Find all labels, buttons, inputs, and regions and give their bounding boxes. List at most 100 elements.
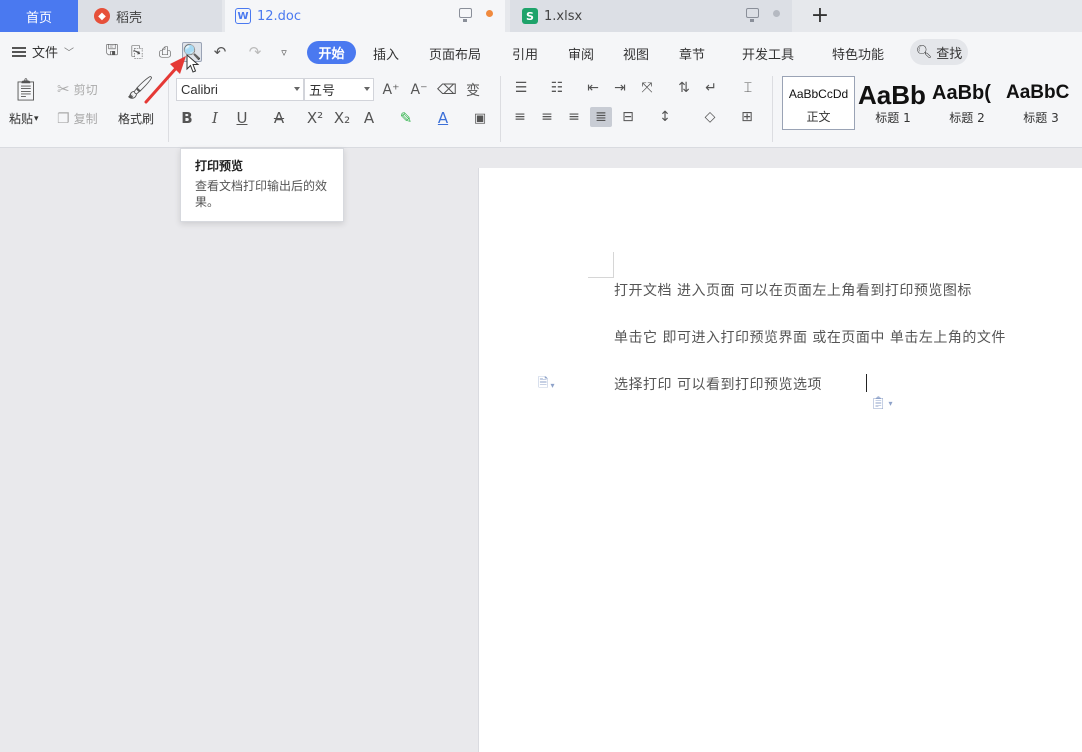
save-icon[interactable]: 🖫 [102, 41, 122, 62]
hamburger-icon [12, 46, 26, 57]
superscript-icon[interactable]: X² [306, 108, 324, 128]
style-sample: AaBb( [932, 82, 991, 104]
style-label: 正文 [806, 110, 831, 124]
monitor-icon[interactable] [746, 8, 759, 22]
tab-home[interactable]: 首页 [0, 0, 78, 32]
paragraph-layout-icon[interactable]: 🗎 ▾ [538, 374, 554, 396]
tab-document-label: 12.doc [257, 8, 302, 24]
menu-page-layout[interactable]: 页面布局 [429, 44, 481, 63]
redo-icon[interactable]: ↷ [245, 42, 265, 62]
format-painter-label: 格式刷 [118, 112, 155, 126]
style-normal[interactable]: AaBbCcDd 正文 [782, 76, 855, 130]
justify-icon[interactable]: ≣ [590, 107, 612, 127]
shading-icon[interactable]: ◇ [699, 107, 721, 127]
align-center-icon[interactable]: ≡ [536, 107, 558, 127]
menu-review[interactable]: 审阅 [568, 44, 594, 63]
menu-view[interactable]: 视图 [623, 44, 649, 63]
print-preview-tooltip: 打印预览 查看文档打印输出后的效果。 [180, 148, 344, 222]
menu-reference[interactable]: 引用 [512, 44, 538, 63]
cut-label: 剪切 [73, 82, 98, 97]
decrease-indent-icon[interactable]: ⇤ [582, 78, 604, 98]
strikethrough-icon[interactable]: A [270, 108, 288, 128]
document-line[interactable]: 打开文档 进入页面 可以在页面左上角看到打印预览图标 [614, 280, 972, 300]
scissors-icon: ✂ [57, 80, 70, 98]
mouse-pointer-icon [186, 54, 200, 73]
font-family-select[interactable]: Calibri [176, 78, 304, 101]
writer-doc-icon: W [235, 8, 251, 24]
subscript-icon[interactable]: X₂ [333, 108, 351, 128]
workspace-margin [0, 148, 478, 752]
customize-toolbar-icon[interactable]: ▿ [274, 42, 294, 62]
sort-icon[interactable]: ⇅ [673, 78, 695, 98]
unsaved-dot-icon[interactable] [486, 9, 493, 17]
undo-icon[interactable]: ↶ [210, 42, 230, 62]
phonetic-icon[interactable]: 变 [462, 80, 484, 100]
annotation-arrow-icon [144, 56, 186, 104]
chevron-down-icon: ﹀ [64, 48, 75, 59]
menu-insert[interactable]: 插入 [373, 44, 399, 63]
shrink-font-icon[interactable]: A⁻ [408, 80, 430, 100]
show-marks-icon[interactable]: ↵ [700, 78, 722, 98]
document-line[interactable]: 选择打印 可以看到打印预览选项 [614, 374, 822, 394]
tab-spreadsheet-label: 1.xlsx [544, 8, 583, 24]
style-label: 标题 2 [949, 111, 985, 125]
highlight-icon[interactable]: ✎ [397, 108, 415, 128]
document-page[interactable] [478, 168, 1082, 752]
underline-icon[interactable]: U [233, 108, 251, 128]
tab-bar: 首页 ◆ 稻壳 W 12.doc S 1.xlsx + [0, 0, 1082, 32]
daoke-logo-icon: ◆ [94, 8, 110, 24]
file-menu[interactable]: 文件 ﹀ [12, 42, 74, 61]
tab-daoke-label: 稻壳 [116, 10, 143, 26]
font-color-icon[interactable]: A [434, 108, 452, 128]
table-tab-icon[interactable]: ⌶ [737, 78, 759, 98]
menu-start[interactable]: 开始 [307, 41, 356, 64]
tab-spreadsheet[interactable]: S 1.xlsx [510, 0, 792, 32]
monitor-icon[interactable] [459, 8, 472, 22]
close-dot-icon[interactable] [773, 9, 780, 17]
copy-button[interactable]: ❐ 复制 [57, 110, 98, 127]
grow-font-icon[interactable]: A⁺ [380, 80, 402, 100]
increase-indent-icon[interactable]: ⇥ [609, 78, 631, 98]
bullet-list-icon[interactable]: ☰ [510, 78, 532, 98]
style-sample: AaBbC [1006, 82, 1070, 103]
menu-special[interactable]: 特色功能 [832, 44, 884, 63]
align-right-icon[interactable]: ≡ [563, 107, 585, 127]
menu-chapter[interactable]: 章节 [679, 44, 705, 63]
clear-format-icon[interactable]: ⌫ [436, 80, 458, 100]
style-heading-3[interactable]: AaBbC 标题 3 [1005, 76, 1077, 130]
format-painter-button[interactable]: 格式刷 [118, 110, 154, 127]
paste-icon[interactable]: 📋︎ [12, 78, 40, 103]
file-menu-label: 文件 [32, 46, 59, 61]
tab-home-label: 首页 [25, 10, 52, 26]
search-label: 查找 [936, 46, 963, 62]
search-button[interactable]: 🔍︎ 查找 [910, 39, 968, 65]
paste-options-icon[interactable]: 📋︎ ▾ [870, 396, 893, 411]
chevron-down-icon [294, 87, 300, 91]
numbered-list-icon[interactable]: ☷ [546, 78, 568, 98]
search-icon: 🔍︎ [915, 44, 933, 60]
font-size-value: 五号 [309, 84, 336, 99]
borders-icon[interactable]: ⊞ [736, 107, 758, 127]
line-spacing-icon[interactable]: ↕ [654, 107, 676, 127]
tooltip-description: 查看文档打印输出后的效果。 [195, 179, 328, 209]
add-tab-button[interactable]: + [808, 2, 832, 28]
cut-button[interactable]: ✂ 剪切 [57, 80, 98, 98]
chinese-layout-icon[interactable]: ⤧ [636, 78, 658, 98]
italic-icon[interactable]: I [206, 108, 224, 128]
document-line[interactable]: 单击它 即可进入打印预览界面 或在页面中 单击左上角的文件 [614, 327, 1006, 347]
style-heading-2[interactable]: AaBb( 标题 2 [931, 76, 1003, 130]
tab-document[interactable]: W 12.doc [225, 0, 505, 32]
char-border-icon[interactable]: ▣ [471, 108, 489, 128]
menu-developer[interactable]: 开发工具 [742, 44, 794, 63]
bold-icon[interactable]: B [178, 108, 196, 128]
paste-label: 粘贴 [9, 112, 34, 126]
paste-button[interactable]: 粘贴 ▾ [9, 110, 39, 127]
align-left-icon[interactable]: ≡ [509, 107, 531, 127]
tab-daoke[interactable]: ◆ 稻壳 [78, 0, 222, 32]
copy-label: 复制 [73, 112, 98, 126]
distributed-icon[interactable]: ⊟ [617, 107, 639, 127]
text-effect-icon[interactable]: A [360, 108, 378, 128]
font-size-select[interactable]: 五号 [304, 78, 374, 101]
style-heading-1[interactable]: AaBb 标题 1 [857, 76, 929, 130]
style-sample: AaBbCcDd [788, 87, 849, 101]
